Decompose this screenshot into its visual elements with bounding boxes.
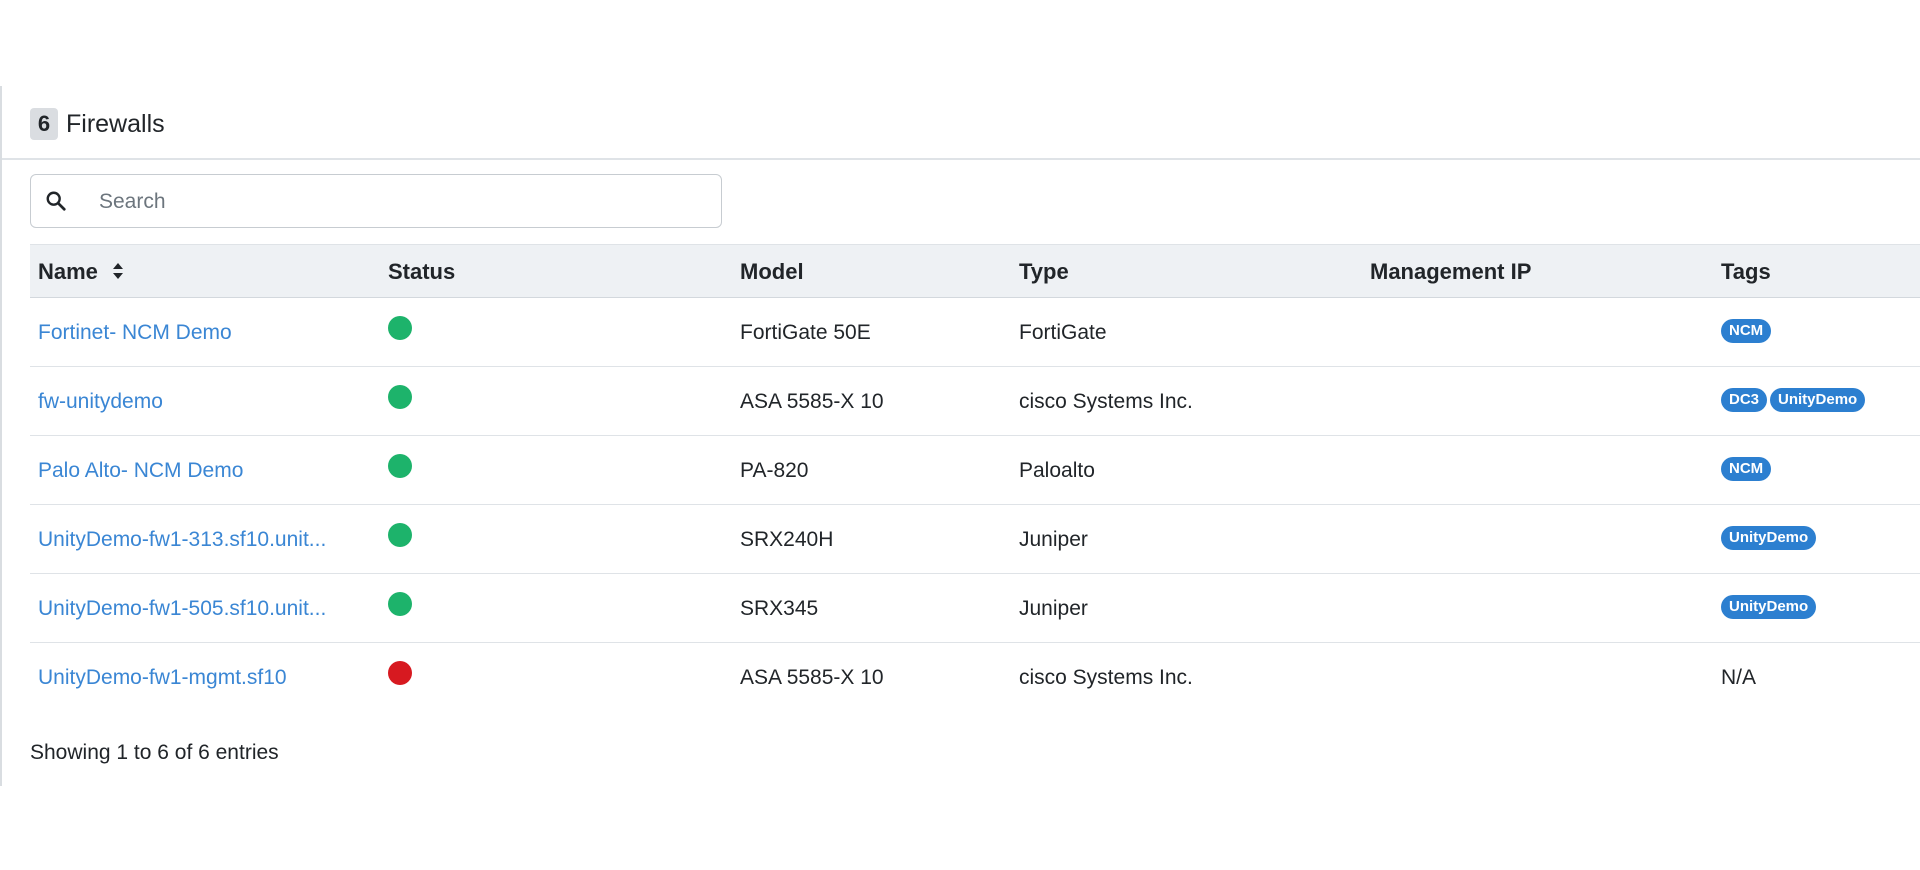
cell-model: SRX345 xyxy=(740,597,819,620)
tag-badge: UnityDemo xyxy=(1721,595,1817,620)
tags-empty-text: N/A xyxy=(1721,666,1757,689)
cell-status xyxy=(388,574,412,643)
column-header-tags[interactable]: Tags xyxy=(1721,245,1771,299)
firewall-name-link[interactable]: Fortinet- NCM Demo xyxy=(38,321,232,344)
cell-model: FortiGate 50E xyxy=(740,321,871,344)
status-up-icon xyxy=(388,385,412,410)
cell-status xyxy=(388,367,412,436)
cell-tags: NCM xyxy=(1721,298,1774,367)
search-input[interactable] xyxy=(97,185,701,219)
firewall-name-link[interactable]: fw-unitydemo xyxy=(38,390,163,413)
count-badge: 6 xyxy=(30,108,58,140)
table-row: UnityDemo-fw1-mgmt.sf10 ASA 5585-X 10 cisc… xyxy=(30,643,1920,712)
cell-model: SRX240H xyxy=(740,528,834,551)
cell-name: Fortinet- NCM Demo xyxy=(38,298,232,367)
search-box[interactable] xyxy=(30,174,722,228)
cell-name: UnityDemo-fw1-313.sf10.unit... xyxy=(38,505,326,574)
column-header-name-label: Name xyxy=(38,259,98,284)
table-row: UnityDemo-fw1-505.sf10.unit... SRX345 Juni… xyxy=(30,574,1920,643)
table-info: Showing 1 to 6 of 6 entries xyxy=(30,741,279,764)
cell-name: UnityDemo-fw1-505.sf10.unit... xyxy=(38,574,326,643)
cell-status xyxy=(388,643,412,712)
cell-tags: NCM xyxy=(1721,436,1774,505)
tag-badge: UnityDemo xyxy=(1721,526,1817,551)
column-header-model[interactable]: Model xyxy=(740,245,804,299)
panel-header: 6 Firewalls xyxy=(30,104,165,144)
table-row: fw-unitydemo ASA 5585-X 10 cisco Systems I… xyxy=(30,367,1920,436)
header-divider xyxy=(2,158,1920,160)
status-up-icon xyxy=(388,454,412,479)
cell-status xyxy=(388,298,412,367)
cell-tags: UnityDemo xyxy=(1721,505,1819,574)
cell-tags: UnityDemo xyxy=(1721,574,1819,643)
cell-status xyxy=(388,505,412,574)
cell-status xyxy=(388,436,412,505)
cell-type: Paloalto xyxy=(1019,459,1095,482)
panel-title: Firewalls xyxy=(66,109,165,138)
tag-badge: UnityDemo xyxy=(1770,388,1866,413)
cell-model: ASA 5585-X 10 xyxy=(740,390,884,413)
firewalls-table: Name Status Model Type Management IP Tag… xyxy=(30,244,1920,712)
table-row: UnityDemo-fw1-313.sf10.unit... SRX240H Jun… xyxy=(30,505,1920,574)
cell-tags: N/A xyxy=(1721,643,1756,712)
column-header-status[interactable]: Status xyxy=(388,245,455,299)
status-up-icon xyxy=(388,592,412,617)
cell-type: cisco Systems Inc. xyxy=(1019,390,1193,413)
cell-type: FortiGate xyxy=(1019,321,1107,344)
column-header-type[interactable]: Type xyxy=(1019,245,1069,299)
table-row: Fortinet- NCM Demo FortiGate 50E FortiGate… xyxy=(30,298,1920,367)
firewall-name-link[interactable]: Palo Alto- NCM Demo xyxy=(38,459,243,482)
firewalls-panel: 6 Firewalls Name Status Model Type Manag… xyxy=(0,86,1920,786)
table-row: Palo Alto- NCM Demo PA-820 Paloalto NCM xyxy=(30,436,1920,505)
cell-model: ASA 5585-X 10 xyxy=(740,666,884,689)
cell-name: Palo Alto- NCM Demo xyxy=(38,436,243,505)
status-down-icon xyxy=(388,661,412,686)
tag-badge: DC3 xyxy=(1721,388,1768,413)
cell-name: fw-unitydemo xyxy=(38,367,163,436)
cell-type: Juniper xyxy=(1019,597,1088,620)
column-header-name[interactable]: Name xyxy=(38,245,124,299)
column-header-management-ip[interactable]: Management IP xyxy=(1370,245,1531,299)
table-header: Name Status Model Type Management IP Tag… xyxy=(30,244,1920,298)
tag-badge: NCM xyxy=(1721,319,1772,344)
cell-tags: DC3 UnityDemo xyxy=(1721,367,1868,436)
firewall-name-link[interactable]: UnityDemo-fw1-505.sf10.unit... xyxy=(38,597,326,620)
status-up-icon xyxy=(388,316,412,341)
sort-icon[interactable] xyxy=(112,262,124,280)
cell-model: PA-820 xyxy=(740,459,809,482)
cell-type: Juniper xyxy=(1019,528,1088,551)
firewall-name-link[interactable]: UnityDemo-fw1-mgmt.sf10 xyxy=(38,666,287,689)
search-icon xyxy=(46,191,66,211)
cell-type: cisco Systems Inc. xyxy=(1019,666,1193,689)
table-body: Fortinet- NCM Demo FortiGate 50E FortiGate… xyxy=(30,298,1920,712)
status-up-icon xyxy=(388,523,412,548)
cell-name: UnityDemo-fw1-mgmt.sf10 xyxy=(38,643,287,712)
firewall-name-link[interactable]: UnityDemo-fw1-313.sf10.unit... xyxy=(38,528,326,551)
tag-badge: NCM xyxy=(1721,457,1772,482)
